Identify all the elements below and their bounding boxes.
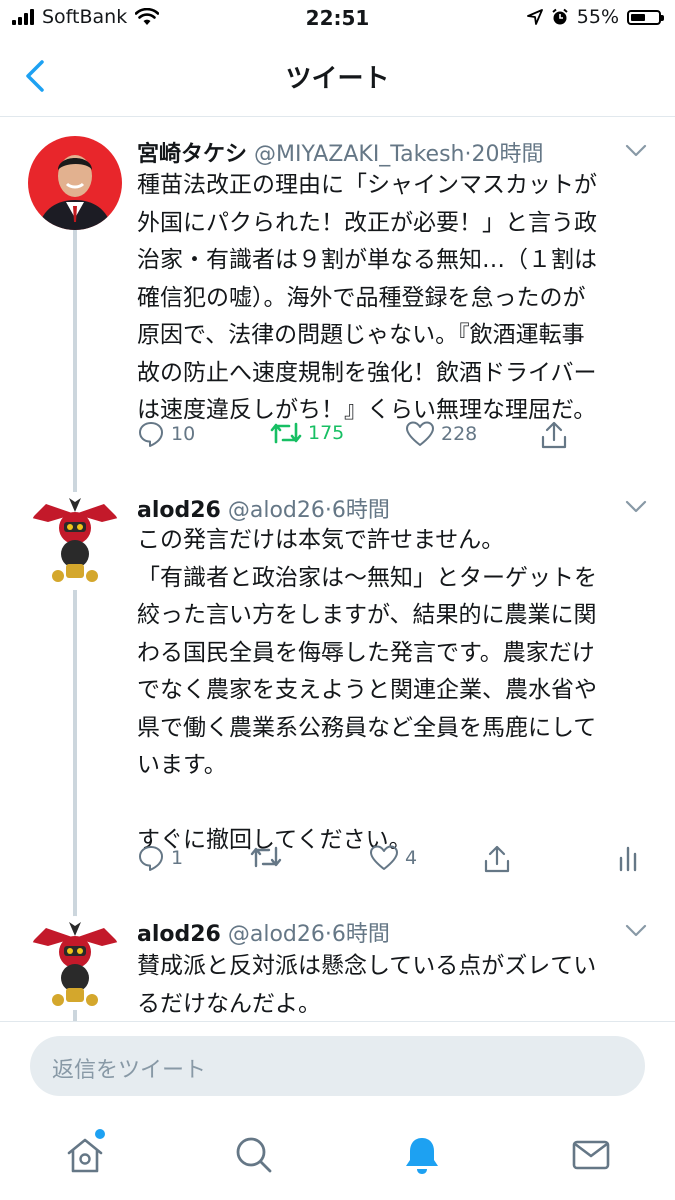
share-button[interactable]: [540, 420, 568, 450]
author-handle[interactable]: @MIYAZAKI_Takesh: [254, 142, 464, 167]
avatar[interactable]: [28, 916, 122, 1010]
tab-home[interactable]: [63, 1129, 107, 1177]
tweet-actions: 1 4: [137, 844, 647, 884]
location-arrow-icon: [526, 9, 543, 25]
retweet-button[interactable]: [250, 844, 288, 870]
tweet[interactable]: alod26 @alod26·6時間 この発言だけは本気で許せません。 「有識者…: [0, 492, 675, 902]
reply-button[interactable]: 10: [137, 420, 195, 448]
reply-button[interactable]: 1: [137, 844, 183, 872]
home-icon: [67, 1138, 103, 1173]
like-count: 4: [405, 847, 418, 869]
analytics-button[interactable]: [617, 844, 639, 872]
chevron-down-icon[interactable]: [625, 924, 647, 938]
tweet-time: 20時間: [471, 142, 544, 167]
tweet-actions: 10 175 228: [137, 420, 647, 460]
tweet[interactable]: 宮崎タケシ @MIYAZAKI_Takesh·20時間 種苗法改正の理由に「シャ…: [0, 116, 675, 492]
tweet-text: 賛成派と反対派は懸念している点がズレてい るだけなんだよ。: [137, 953, 597, 1017]
notification-dot: [95, 1129, 105, 1139]
tab-notifications[interactable]: [400, 1133, 444, 1177]
reply-icon: [139, 846, 163, 871]
tab-bar: [0, 1115, 675, 1200]
reply-count: 1: [171, 847, 184, 869]
heart-icon: [406, 421, 434, 446]
share-icon: [484, 845, 510, 873]
avatar[interactable]: [28, 492, 122, 586]
tweet-time: 6時間: [331, 922, 390, 947]
reply-count: 10: [171, 423, 196, 445]
author-handle[interactable]: @alod26: [228, 922, 325, 947]
analytics-icon: [619, 846, 637, 872]
tweet-time: 6時間: [331, 498, 390, 523]
battery-percent: 55%: [576, 6, 619, 28]
tweet-text: この発言だけは本気で許せません。 「有識者と政治家は〜無知」とターゲットを 絞っ…: [137, 527, 597, 853]
avatar[interactable]: [28, 136, 122, 230]
retweet-count: 175: [308, 422, 345, 444]
notifications-icon: [406, 1138, 438, 1174]
author-name[interactable]: alod26: [137, 922, 221, 947]
tweet-text: 種苗法改正の理由に「シャインマスカットが 外国にパクられた！改正が必要！」と言う…: [137, 172, 597, 423]
share-button[interactable]: [483, 844, 511, 874]
like-button[interactable]: 228: [405, 420, 477, 448]
retweet-icon: [270, 422, 302, 444]
chevron-down-icon[interactable]: [625, 144, 647, 158]
tab-search[interactable]: [232, 1133, 276, 1177]
reply-input[interactable]: 返信をツイート: [30, 1036, 645, 1096]
messages-icon: [572, 1140, 610, 1170]
retweet-icon: [250, 846, 282, 868]
author-name[interactable]: 宮崎タケシ: [137, 142, 247, 167]
tab-messages[interactable]: [569, 1133, 613, 1177]
alarm-icon: [552, 8, 568, 25]
like-button[interactable]: 4: [369, 844, 417, 872]
divider: [0, 1021, 675, 1022]
author-name[interactable]: alod26: [137, 498, 221, 523]
share-icon: [541, 421, 567, 449]
heart-icon: [370, 845, 398, 870]
reply-icon: [139, 422, 163, 447]
search-icon: [236, 1137, 272, 1173]
status-bar: SoftBank 22:51 55%: [0, 0, 675, 38]
page-title: ツイート: [285, 64, 390, 94]
battery-icon: [627, 9, 664, 25]
tweet[interactable]: alod26 @alod26·6時間 賛成派と反対派は懸念している点がズレてい …: [0, 916, 675, 1021]
like-count: 228: [441, 423, 478, 445]
author-handle[interactable]: @alod26: [228, 498, 325, 523]
navigation-bar: ツイート: [0, 38, 675, 117]
reply-placeholder: 返信をツイート: [52, 1058, 207, 1083]
retweet-button[interactable]: 175: [270, 420, 344, 446]
chevron-down-icon[interactable]: [625, 500, 647, 514]
